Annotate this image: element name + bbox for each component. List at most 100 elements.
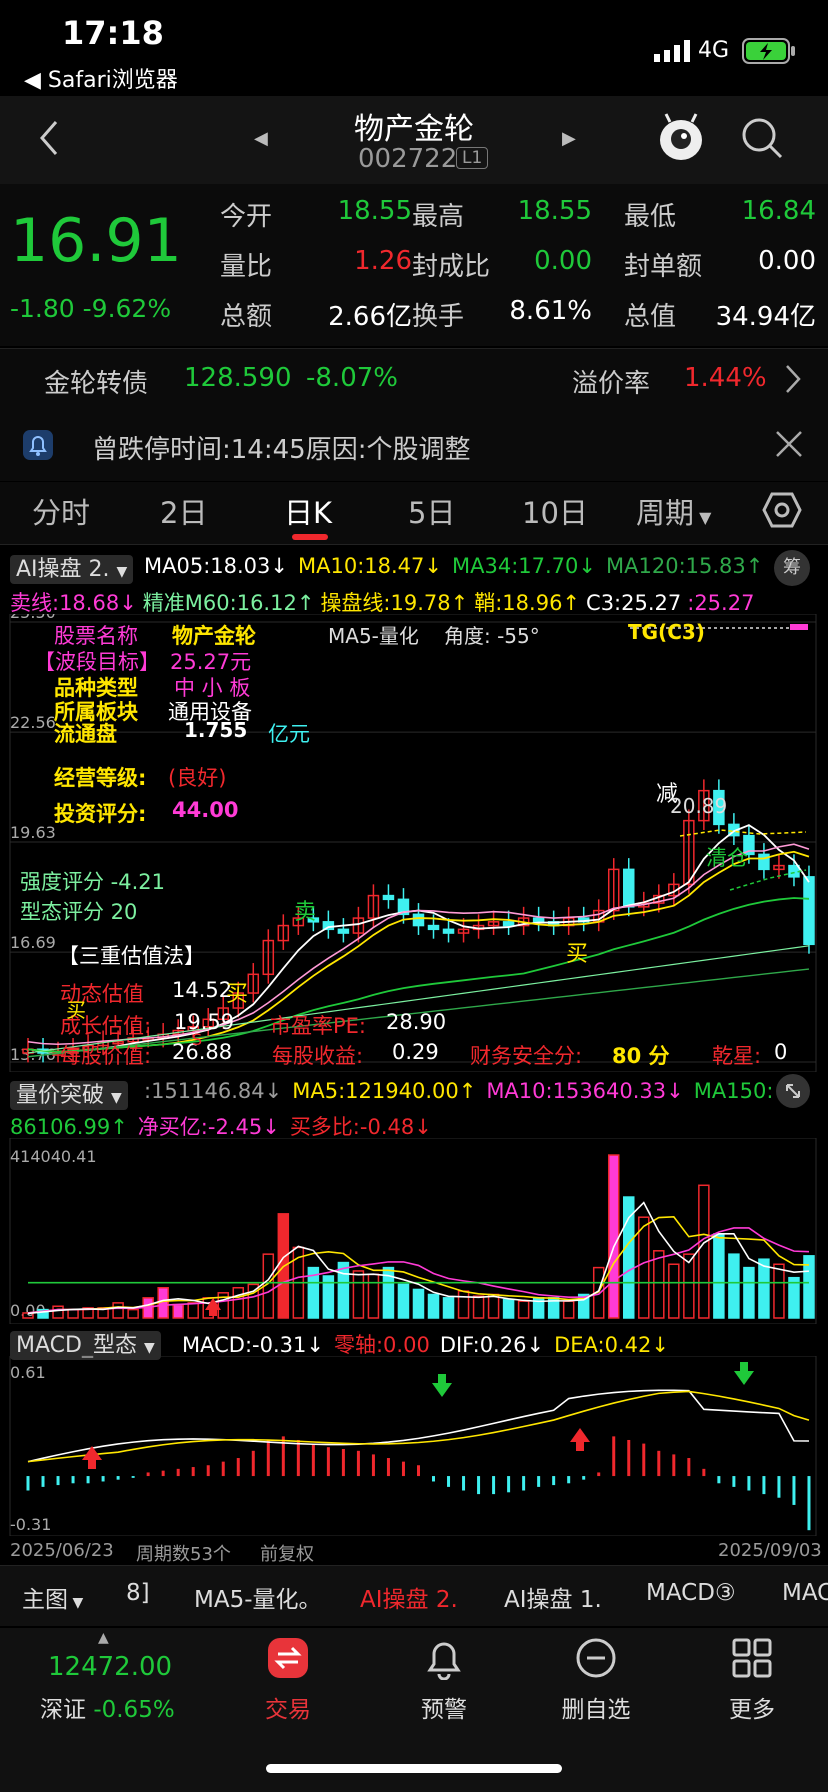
last-price: 16.91 [10, 206, 182, 276]
prev-stock-icon[interactable]: ◀ [254, 128, 268, 149]
death-cross-arrow-icon-2 [734, 1371, 754, 1385]
volume-bar [112, 1302, 124, 1319]
eps-label: 每股收益: [272, 1044, 364, 1068]
grade-value: (良好) [168, 766, 227, 790]
safety-label: 财务安全分: [470, 1044, 583, 1068]
quote-label: 最高 [412, 202, 465, 232]
golden-cross-arrow-icon-stem [88, 1459, 96, 1469]
home-indicator [266, 1764, 562, 1773]
premium-value: 1.44% [684, 363, 767, 393]
indicator-tab-ai1[interactable]: AI操盘 1. [504, 1580, 602, 1614]
caret-down-icon: ▼ [116, 564, 128, 580]
volume-bar [427, 1293, 440, 1319]
quote-value: 8.61% [509, 296, 592, 326]
candle-body [532, 917, 545, 923]
search-icon[interactable] [740, 116, 784, 164]
macd-chart[interactable]: 0.61 -0.31 [0, 1356, 828, 1536]
change-value: -1.80 [10, 294, 75, 323]
index-pct: -0.65% [93, 1697, 175, 1723]
back-icon[interactable] [36, 118, 60, 162]
volume-bar [653, 1250, 665, 1319]
index-value[interactable]: 12472.00 [48, 1652, 172, 1682]
buy-arrow-stem [209, 1306, 217, 1316]
quote-value: 18.55 [517, 196, 592, 226]
expand-icon[interactable] [776, 1074, 810, 1108]
volume-indicator-dropdown[interactable]: 量价突破 ▼ [10, 1077, 128, 1110]
macd-indicator-dropdown[interactable]: MACD_型态 ▼ [10, 1327, 161, 1360]
dynamic-valuation-value: 14.52 [172, 978, 233, 1002]
indicator-tab-ai2[interactable]: AI操盘 2. [360, 1580, 458, 1614]
golden-cross-arrow-icon-2 [570, 1428, 590, 1442]
eps-value: 0.29 [392, 1040, 439, 1064]
tab-2day[interactable]: 2日 [160, 490, 207, 532]
change-pct: -9.62% [82, 294, 172, 323]
caret-up-icon: ▲ [98, 1630, 109, 1646]
pe-value: 28.90 [386, 1010, 447, 1034]
indicator-value: DEA:0.42↓ [554, 1333, 669, 1357]
quote-panel: 16.91 -1.80 -9.62% 今开 18.55 最高 18.55 最低 16.84… [0, 184, 828, 346]
index-info[interactable]: 深证 -0.65% [40, 1690, 175, 1724]
indicator-value: :25.27 [687, 591, 755, 615]
indicator-tab-ma5[interactable]: MA5-量化。 [194, 1580, 322, 1614]
volume-bar [172, 1303, 184, 1319]
y-tick-label: 16.69 [10, 933, 56, 952]
indicator-values-line: 卖线:18.68↓ 精准M60:16.12↑ 操盘线:19.78↑ 鞘:18.96↑ C… [10, 587, 760, 617]
quote-label: 最低 [624, 202, 677, 232]
bell-icon[interactable] [422, 1636, 466, 1684]
remove-watchlist-icon[interactable] [574, 1636, 618, 1684]
tab-10day[interactable]: 10日 [522, 490, 588, 532]
nav-alert[interactable]: 预警 [384, 1690, 504, 1724]
volume-bar [668, 1263, 680, 1319]
indicator-tab-1[interactable]: 8] [126, 1580, 150, 1606]
chart-frame [9, 1356, 817, 1536]
tab-period-label: 周期 [636, 496, 695, 530]
y-tick-label: 22.56 [10, 713, 56, 732]
grid-more-icon[interactable] [730, 1636, 774, 1684]
death-cross-arrow-icon-stem [438, 1374, 446, 1384]
volume-bar [607, 1154, 620, 1319]
mascot-icon[interactable] [658, 112, 704, 166]
main-indicator-name: AI操盘 2. [16, 557, 110, 582]
volume-chart[interactable]: 414040.410.00 [0, 1138, 828, 1324]
score-label: 投资评分: [54, 802, 147, 826]
golden-cross-arrow-icon [82, 1446, 102, 1460]
next-stock-icon[interactable]: ▶ [562, 128, 576, 149]
volume-bar [397, 1283, 410, 1319]
quote-label: 总值 [624, 302, 677, 332]
volume-bar [728, 1253, 740, 1319]
triple-valuation-label: 【三重估值法】 [58, 944, 205, 968]
volume-bar [713, 1233, 725, 1319]
volume-bar [773, 1263, 785, 1319]
upper-dashed-line [679, 829, 807, 837]
volume-bar [517, 1300, 530, 1319]
quote-value: 2.66亿 [328, 302, 412, 332]
score-value: 44.00 [172, 798, 239, 822]
quote-value: 16.84 [741, 196, 816, 226]
indicator-tab-mac[interactable]: MAC [782, 1580, 828, 1606]
indicator-tab-macd3[interactable]: MACD③ [646, 1580, 736, 1606]
convertible-bond-row[interactable]: 金轮转债 128.590 -8.07% 溢价率 1.44% [0, 348, 828, 414]
trade-icon[interactable] [266, 1636, 310, 1684]
tab-intraday[interactable]: 分时 [32, 490, 90, 532]
quote-label: 换手 [412, 302, 465, 332]
nav-remove-watchlist[interactable]: 删自选 [536, 1690, 656, 1724]
safety-value: 80 分 [612, 1044, 670, 1068]
main-indicator-dropdown[interactable]: AI操盘 2. ▼ [10, 551, 134, 584]
tab-5day[interactable]: 5日 [408, 490, 455, 532]
notice-text: 曾跌停时间:14:45原因:个股调整 [92, 435, 471, 465]
volume-bar [502, 1298, 515, 1319]
back-to-app-link[interactable]: ◀ Safari浏览器 [24, 62, 178, 94]
close-icon[interactable] [774, 429, 804, 463]
tab-period[interactable]: 周期 ▼ [636, 490, 711, 532]
nav-trade[interactable]: 交易 [228, 1690, 348, 1724]
death-cross-arrow-icon-2-stem [740, 1362, 748, 1372]
y-max-label: 414040.41 [10, 1147, 97, 1166]
tab-daily-k[interactable]: 日K [284, 490, 332, 532]
y-max-label: 0.61 [10, 1363, 46, 1382]
quote-label: 封单额 [624, 252, 703, 282]
settings-icon[interactable] [762, 490, 802, 534]
clear-position-label: 清仓 [706, 846, 748, 870]
main-chart-selector[interactable]: 主图 ▼ [22, 1580, 83, 1614]
chip-distribution-button[interactable]: 筹 [774, 550, 810, 586]
nav-more[interactable]: 更多 [692, 1690, 812, 1724]
